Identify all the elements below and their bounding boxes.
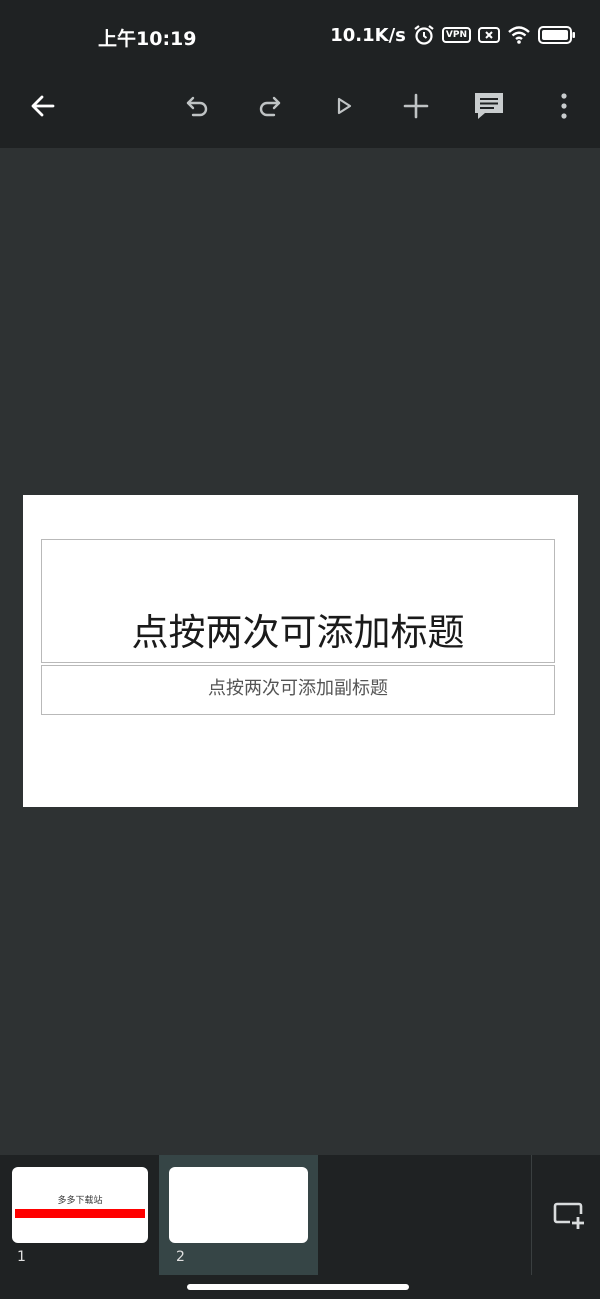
play-icon [332, 94, 356, 122]
title-placeholder[interactable]: 点按两次可添加标题 [41, 539, 555, 663]
toolbar [0, 68, 600, 148]
alarm-icon [413, 24, 435, 46]
slide-filmstrip: 多多下载站 1 2 [0, 1155, 600, 1275]
redo-button[interactable] [243, 82, 295, 134]
network-speed: 10.1K/s [330, 24, 406, 46]
thumbnail-title: 多多下载站 [57, 1196, 103, 1206]
battery-icon [538, 25, 576, 45]
slide-thumbnail-1[interactable]: 多多下载站 [12, 1167, 148, 1243]
comment-icon [472, 90, 506, 126]
title-placeholder-text: 点按两次可添加标题 [131, 611, 465, 654]
status-bar: 上午10:19 10.1K/s VPN [0, 0, 600, 68]
vpn-icon: VPN [441, 27, 471, 43]
insert-button[interactable] [390, 82, 442, 134]
system-nav-bar [0, 1275, 600, 1299]
sim-no-signal-icon [478, 26, 500, 44]
back-arrow-icon [29, 92, 57, 124]
add-icon [402, 92, 430, 124]
slide-thumbnail-2[interactable] [169, 1167, 308, 1243]
add-slide-button[interactable] [549, 1197, 589, 1237]
subtitle-placeholder[interactable]: 点按两次可添加副标题 [41, 665, 555, 715]
more-vert-icon [559, 92, 569, 124]
redo-icon [255, 92, 283, 124]
add-slide-icon [552, 1200, 586, 1234]
back-button[interactable] [17, 82, 69, 134]
slide-number-1: 1 [17, 1249, 26, 1265]
play-slideshow-button[interactable] [318, 82, 370, 134]
home-indicator[interactable] [187, 1284, 409, 1290]
more-options-button[interactable] [538, 82, 590, 134]
slide-number-2: 2 [176, 1249, 185, 1265]
status-icons: 10.1K/s VPN [330, 22, 576, 48]
status-time: 上午10:19 [98, 28, 197, 50]
thumbnail-red-bar [15, 1209, 145, 1218]
slide-canvas[interactable]: 点按两次可添加标题 点按两次可添加副标题 [23, 495, 578, 807]
wifi-icon [507, 25, 531, 45]
filmstrip-divider [531, 1155, 532, 1275]
undo-button[interactable] [172, 82, 224, 134]
comment-button[interactable] [463, 82, 515, 134]
undo-icon [184, 92, 212, 124]
subtitle-placeholder-text: 点按两次可添加副标题 [208, 678, 388, 699]
